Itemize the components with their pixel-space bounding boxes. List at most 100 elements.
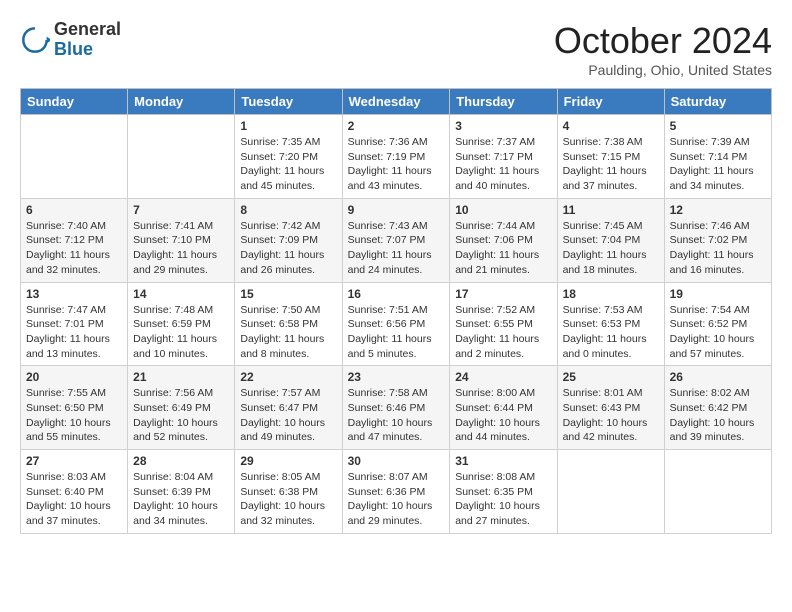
daylight-text: Daylight: 10 hours and 47 minutes.	[348, 417, 433, 444]
day-number: 11	[563, 203, 659, 217]
sunrise-text: Sunrise: 7:40 AM	[26, 220, 106, 232]
daylight-text: Daylight: 11 hours and 8 minutes.	[240, 333, 324, 360]
day-number: 25	[563, 370, 659, 384]
sunrise-text: Sunrise: 7:55 AM	[26, 387, 106, 399]
cell-info: Sunrise: 7:50 AMSunset: 6:58 PMDaylight:…	[240, 303, 336, 362]
sunset-text: Sunset: 7:07 PM	[348, 234, 426, 246]
day-number: 3	[455, 119, 551, 133]
calendar-cell: 29 Sunrise: 8:05 AMSunset: 6:38 PMDayligh…	[235, 450, 342, 534]
daylight-text: Daylight: 11 hours and 29 minutes.	[133, 249, 217, 276]
sunrise-text: Sunrise: 8:02 AM	[670, 387, 750, 399]
sunset-text: Sunset: 7:20 PM	[240, 151, 318, 163]
day-number: 2	[348, 119, 445, 133]
sunset-text: Sunset: 6:39 PM	[133, 486, 211, 498]
calendar-cell: 14Sunrise: 7:48 AMSunset: 6:59 PMDayligh…	[128, 282, 235, 366]
cell-info: Sunrise: 7:41 AMSunset: 7:10 PMDaylight:…	[133, 219, 229, 278]
weekday-header-sunday: Sunday	[21, 89, 128, 115]
calendar-cell: 28 Sunrise: 8:04 AM Sunset: 6:39 PM Dayligh…	[128, 450, 235, 534]
sunrise-text: Sunrise: 8:00 AM	[455, 387, 535, 399]
sunset-text: Sunset: 6:58 PM	[240, 318, 318, 330]
day-number: 8	[240, 203, 336, 217]
cell-info: Sunrise: 8:07 AMSunset: 6:36 PMDaylight:…	[348, 470, 445, 529]
day-number: 19	[670, 287, 766, 301]
day-number: 28	[133, 454, 229, 468]
calendar-cell: 11 Sunrise: 7:45 AMSunset: 7:04 PMDayligh…	[557, 198, 664, 282]
calendar-cell: 23 Sunrise: 7:58 AMSunset: 6:46 PMDayligh…	[342, 366, 450, 450]
calendar-cell	[21, 115, 128, 199]
sunset-text: Sunset: 7:19 PM	[348, 151, 426, 163]
sunrise-text: Sunrise: 8:03 AM	[26, 471, 106, 483]
daylight-text: Daylight: 10 hours and 42 minutes.	[563, 417, 648, 444]
cell-info: Sunrise: 7:58 AMSunset: 6:46 PMDaylight:…	[348, 386, 445, 445]
calendar-table: SundayMondayTuesdayWednesdayThursdayFrid…	[20, 88, 772, 534]
sunset-text: Sunset: 7:02 PM	[670, 234, 748, 246]
sunset-text: Sunset: 6:52 PM	[670, 318, 748, 330]
weekday-header-monday: Monday	[128, 89, 235, 115]
calendar-cell	[128, 115, 235, 199]
calendar-cell: 24 Sunrise: 8:00 AMSunset: 6:44 PMDayligh…	[450, 366, 557, 450]
sunset-text: Sunset: 7:14 PM	[670, 151, 748, 163]
calendar-week-2: 6 Sunrise: 7:40 AM Sunset: 7:12 PM Daylight…	[21, 198, 772, 282]
day-number: 4	[563, 119, 659, 133]
daylight-text: Daylight: 11 hours and 21 minutes.	[455, 249, 539, 276]
cell-info: Sunrise: 8:00 AMSunset: 6:44 PMDaylight:…	[455, 386, 551, 445]
cell-info: Sunrise: 7:42 AMSunset: 7:09 PMDaylight:…	[240, 219, 336, 278]
sunrise-text: Sunrise: 8:01 AM	[563, 387, 643, 399]
sunset-text: Sunset: 6:55 PM	[455, 318, 533, 330]
day-number: 30	[348, 454, 445, 468]
daylight-text: Daylight: 10 hours and 55 minutes.	[26, 417, 111, 444]
weekday-header-row: SundayMondayTuesdayWednesdayThursdayFrid…	[21, 89, 772, 115]
sunrise-text: Sunrise: 7:39 AM	[670, 136, 750, 148]
day-number: 23	[348, 370, 445, 384]
cell-info: Sunrise: 8:05 AMSunset: 6:38 PMDaylight:…	[240, 470, 336, 529]
sunset-text: Sunset: 6:53 PM	[563, 318, 641, 330]
sunrise-text: Sunrise: 8:05 AM	[240, 471, 320, 483]
sunset-text: Sunset: 6:42 PM	[670, 402, 748, 414]
sunset-text: Sunset: 6:56 PM	[348, 318, 426, 330]
sunset-text: Sunset: 7:01 PM	[26, 318, 104, 330]
sunrise-text: Sunrise: 8:04 AM	[133, 471, 213, 483]
daylight-text: Daylight: 11 hours and 2 minutes.	[455, 333, 539, 360]
calendar-week-5: 27Sunrise: 8:03 AMSunset: 6:40 PMDayligh…	[21, 450, 772, 534]
calendar-cell: 26Sunrise: 8:02 AMSunset: 6:42 PMDayligh…	[664, 366, 771, 450]
sunset-text: Sunset: 6:40 PM	[26, 486, 104, 498]
sunrise-text: Sunrise: 7:58 AM	[348, 387, 428, 399]
sunset-text: Sunset: 7:06 PM	[455, 234, 533, 246]
calendar-cell: 12 Sunrise: 7:46 AMSunset: 7:02 PMDayligh…	[664, 198, 771, 282]
day-number: 24	[455, 370, 551, 384]
daylight-text: Daylight: 10 hours and 32 minutes.	[240, 500, 325, 527]
cell-info: Sunrise: 8:04 AM Sunset: 6:39 PM Daylight:…	[133, 470, 229, 529]
sunset-text: Sunset: 6:50 PM	[26, 402, 104, 414]
calendar-cell: 10Sunrise: 7:44 AMSunset: 7:06 PMDayligh…	[450, 198, 557, 282]
daylight-text: Daylight: 11 hours and 45 minutes.	[240, 165, 324, 192]
sunrise-text: Sunrise: 7:42 AM	[240, 220, 320, 232]
calendar-cell	[664, 450, 771, 534]
cell-info: Sunrise: 7:46 AMSunset: 7:02 PMDaylight:…	[670, 219, 766, 278]
day-number: 12	[670, 203, 766, 217]
title-area: October 2024 Paulding, Ohio, United Stat…	[554, 20, 772, 78]
sunrise-text: Sunrise: 7:43 AM	[348, 220, 428, 232]
day-number: 1	[240, 119, 336, 133]
day-number: 26	[670, 370, 766, 384]
calendar-cell: 22Sunrise: 7:57 AMSunset: 6:47 PMDayligh…	[235, 366, 342, 450]
daylight-text: Daylight: 10 hours and 52 minutes.	[133, 417, 218, 444]
calendar-cell	[557, 450, 664, 534]
sunrise-text: Sunrise: 7:38 AM	[563, 136, 643, 148]
calendar-cell: 21Sunrise: 7:56 AMSunset: 6:49 PMDayligh…	[128, 366, 235, 450]
daylight-text: Daylight: 10 hours and 34 minutes.	[133, 500, 218, 527]
daylight-text: Daylight: 10 hours and 49 minutes.	[240, 417, 325, 444]
sunset-text: Sunset: 6:59 PM	[133, 318, 211, 330]
sunset-text: Sunset: 7:12 PM	[26, 234, 104, 246]
daylight-text: Daylight: 11 hours and 32 minutes.	[26, 249, 110, 276]
weekday-header-saturday: Saturday	[664, 89, 771, 115]
day-number: 29	[240, 454, 336, 468]
cell-info: Sunrise: 7:45 AMSunset: 7:04 PMDaylight:…	[563, 219, 659, 278]
daylight-text: Daylight: 10 hours and 27 minutes.	[455, 500, 540, 527]
sunrise-text: Sunrise: 8:08 AM	[455, 471, 535, 483]
calendar-cell: 17Sunrise: 7:52 AMSunset: 6:55 PMDayligh…	[450, 282, 557, 366]
daylight-text: Daylight: 11 hours and 13 minutes.	[26, 333, 110, 360]
day-number: 6	[26, 203, 122, 217]
calendar-week-4: 20Sunrise: 7:55 AMSunset: 6:50 PMDayligh…	[21, 366, 772, 450]
sunset-text: Sunset: 7:09 PM	[240, 234, 318, 246]
cell-info: Sunrise: 7:57 AMSunset: 6:47 PMDaylight:…	[240, 386, 336, 445]
